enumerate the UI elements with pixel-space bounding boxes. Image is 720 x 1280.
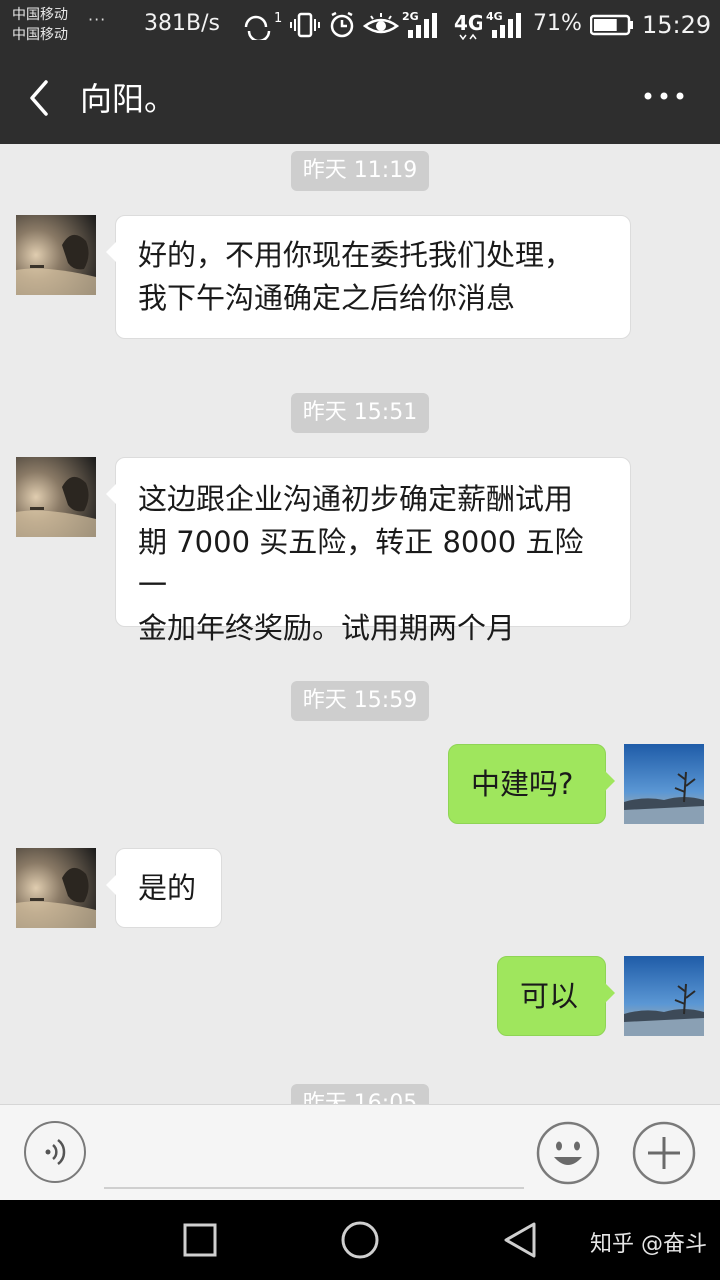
plus-icon[interactable] [632,1121,696,1185]
message-text: 我下午沟通确定之后给你消息 [138,281,516,315]
message-text: 中建吗? [471,767,574,801]
carrier-names: 中国移动 中国移动 [12,5,68,45]
message-text: 好的，不用你现在委托我们处理， [138,238,574,272]
system-navigation-bar: 知乎 @奋斗 [0,1200,720,1280]
timestamp: 昨天 15:51 [291,393,429,433]
signal-2g-icon: 2G [402,10,437,38]
contact-avatar-image [16,215,96,295]
home-icon[interactable] [340,1220,380,1260]
self-avatar-image [624,744,704,824]
vibrate-icon [290,12,320,38]
signal-4g-icon: 4G [486,10,521,38]
label-4g-big: 4G [454,11,482,35]
hd-signal-icon: 1 [244,11,282,40]
chat-header: 向阳。 [0,50,720,144]
message-input[interactable] [104,1133,524,1189]
message-text: 可以 [520,979,579,1013]
more-dots-icon[interactable] [640,86,688,106]
message-text: 是的 [138,871,197,905]
battery-fill [594,19,617,31]
voice-icon [45,1139,66,1165]
timestamp: 昨天 11:19 [291,151,429,191]
self-avatar-image [624,956,704,1036]
message-bubble-received[interactable]: 这边跟企业沟通初步确定薪酬试用 期 7000 买五险，转正 8000 五险一 金… [106,457,631,645]
message-list[interactable]: 昨天 11:19 好的，不用你现在委托我们处理， 我下午沟通确定之后给你消息 昨… [0,144,720,1104]
message-bubble-received[interactable]: 好的，不用你现在委托我们处理， 我下午沟通确定之后给你消息 [106,215,631,339]
message-text: 这边跟企业沟通初步确定薪酬试用 [138,482,574,516]
avatar-self[interactable] [624,956,704,1036]
label-2g: 2G [402,10,419,23]
notification-more-dots: ··· [88,10,107,29]
contact-avatar-image [16,848,96,928]
avatar-contact[interactable] [16,215,96,295]
message-bubble-received[interactable]: 是的 [106,848,222,928]
message-bubble-sent[interactable]: 中建吗? [448,744,615,824]
message-text: 金加年终奖励。试用期两个月 [138,611,516,645]
label-4g-small: 4G [486,10,503,23]
input-bar [0,1104,720,1201]
contact-avatar-image [16,457,96,537]
carrier-1: 中国移动 [12,7,68,23]
network-speed: 381B/s [144,11,220,36]
alarm-icon [330,11,354,38]
back-chevron-icon[interactable] [24,78,54,118]
avatar-self[interactable] [624,744,704,824]
battery-percent: 71% [533,11,582,36]
eye-icon [363,13,399,34]
status-bar: 中国移动 中国移动 ··· 381B/s 1 2G 4G 4G 71% 15:2… [0,0,720,50]
watermark: 知乎 @奋斗 [590,1232,707,1257]
carrier-2: 中国移动 [12,27,68,43]
clock: 15:29 [642,11,712,39]
data-4g-icon: 4G [454,11,482,40]
message-text: 期 7000 买五险，转正 8000 五险一 [138,525,584,602]
avatar-contact[interactable] [16,848,96,928]
timestamp: 昨天 15:59 [291,681,429,721]
message-bubble-sent[interactable]: 可以 [497,956,615,1036]
timestamp: 昨天 16:05 [291,1084,429,1104]
back-icon[interactable] [500,1220,540,1260]
emoji-icon[interactable] [536,1121,600,1185]
recent-apps-icon[interactable] [180,1220,220,1260]
avatar-contact[interactable] [16,457,96,537]
battery-icon [590,14,633,36]
sim-badge: 1 [274,11,282,26]
chat-title: 向阳。 [80,80,177,118]
voice-button[interactable] [24,1121,86,1183]
